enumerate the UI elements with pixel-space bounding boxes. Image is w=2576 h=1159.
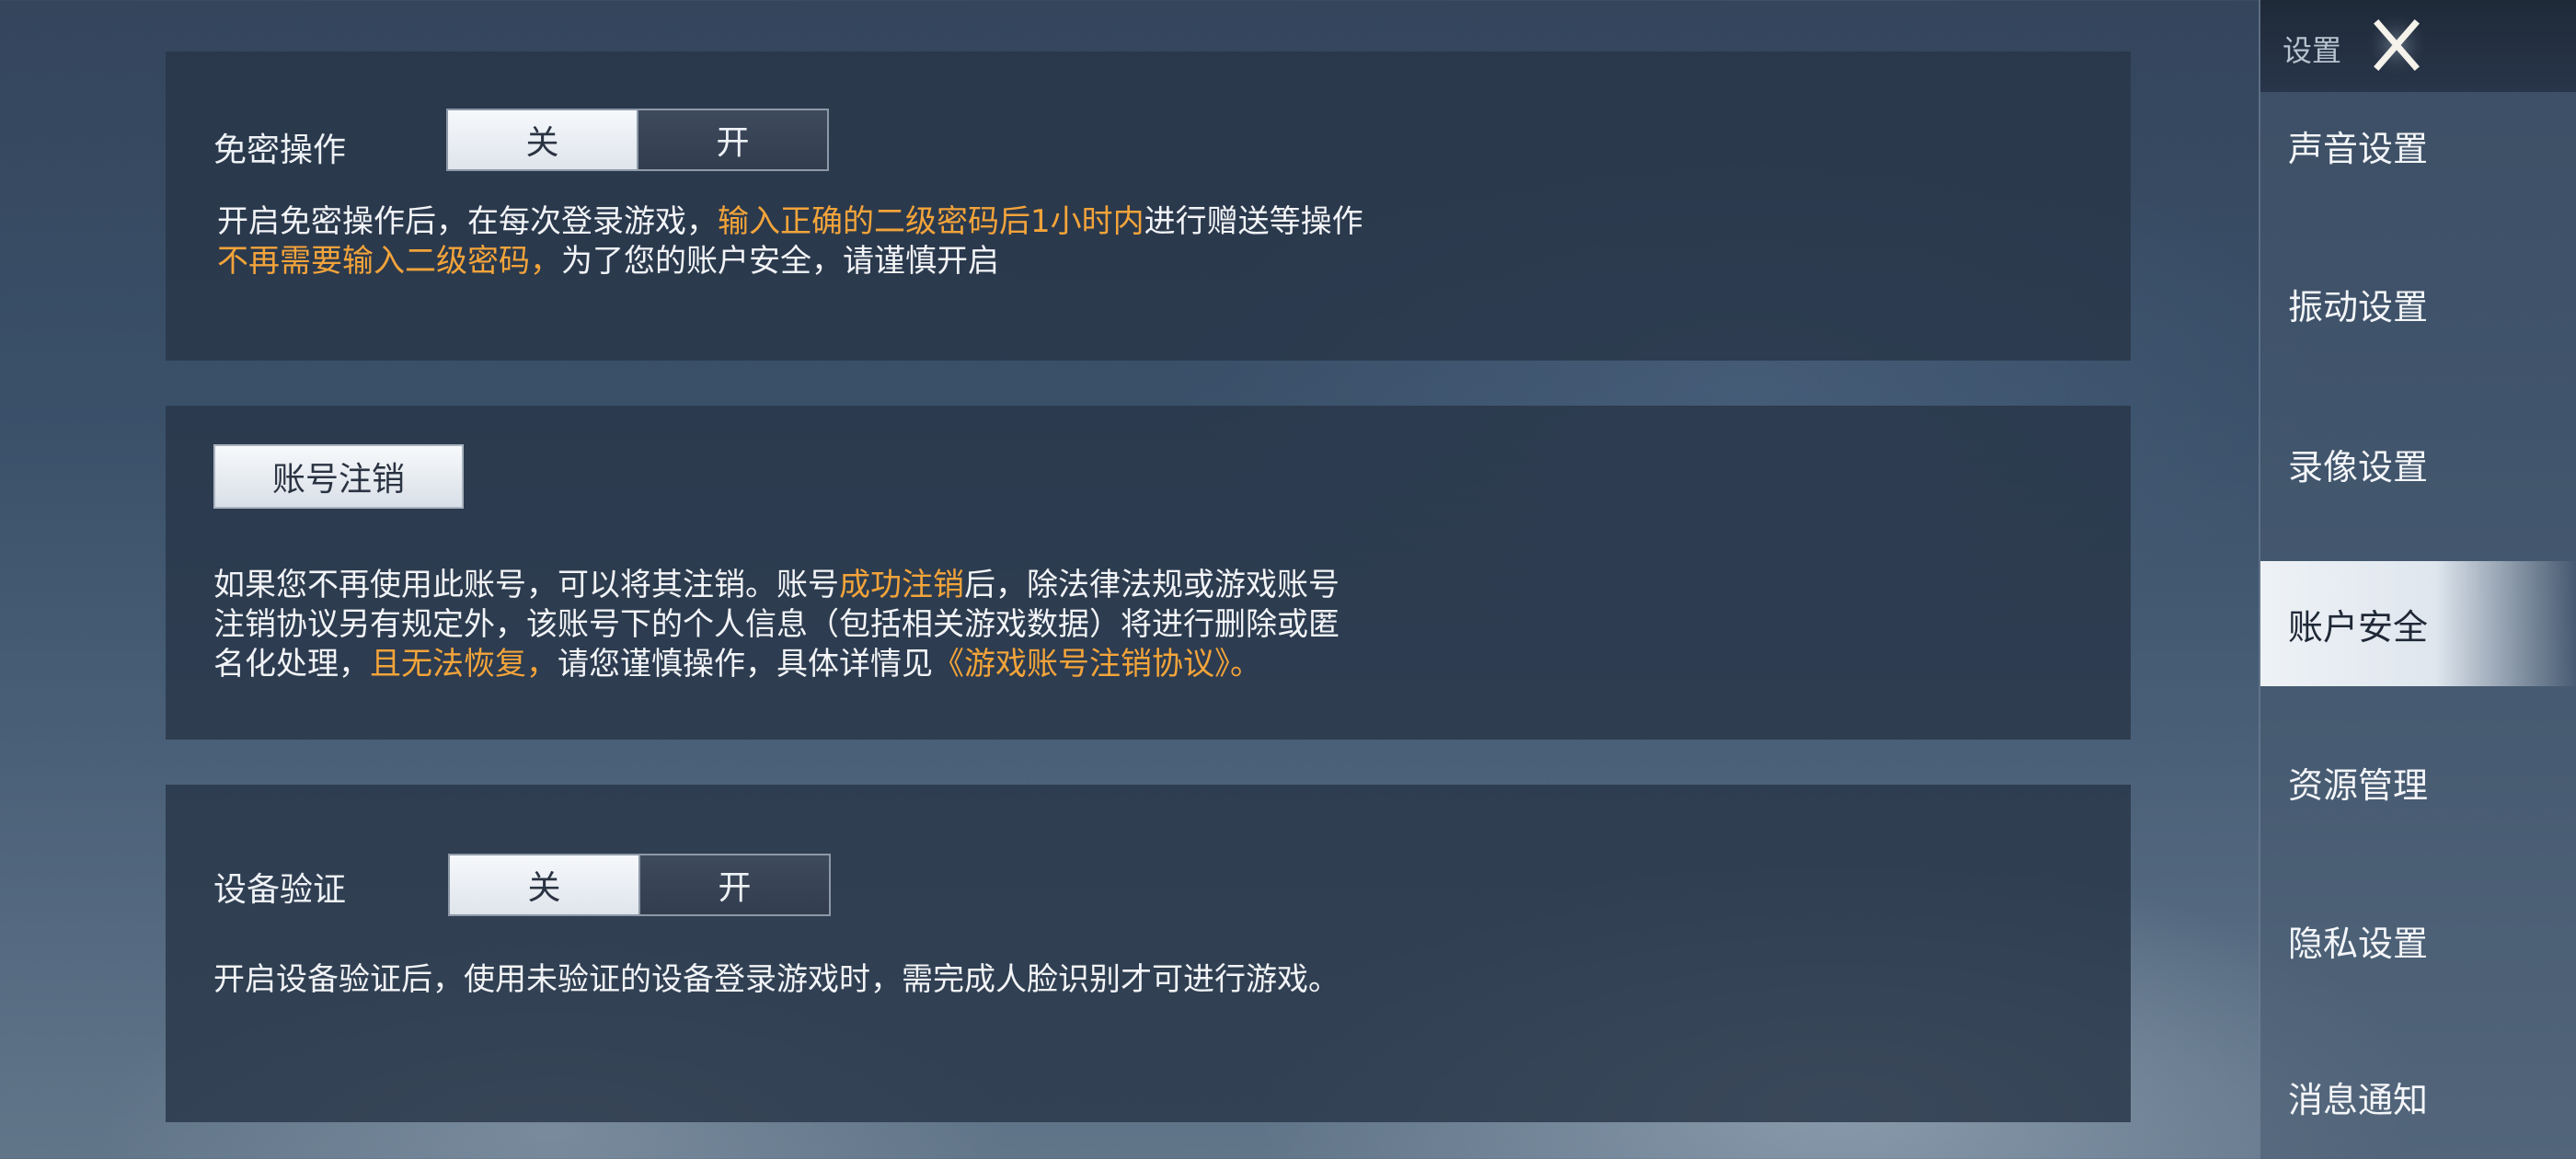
device-verify-panel: 设备验证 关 开 开启设备验证后，使用未验证的设备登录游戏时，需完成人脸识别才可… [166, 785, 2131, 1122]
sidebar-item-sound[interactable]: 声音设置 [2260, 83, 2576, 208]
password-free-toggle[interactable]: 关 开 [446, 109, 829, 171]
account-cancel-desc-line3: 名化处理，且无法恢复，请您谨慎操作，具体详情见《游戏账号注销协议》。 [213, 646, 1261, 683]
password-free-on-option[interactable]: 开 [637, 110, 827, 169]
account-cancel-desc-line1: 如果您不再使用此账号，可以将其注销。账号成功注销后，除法律法规或游戏账号 [213, 567, 1340, 603]
close-icon [2365, 14, 2428, 76]
device-verify-description: 开启设备验证后，使用未验证的设备登录游戏时，需完成人脸识别才可进行游戏。 [213, 961, 1340, 998]
sidebar-item-vibration[interactable]: 振动设置 [2260, 241, 2576, 366]
sidebar-title: 设置 [2283, 33, 2342, 68]
device-verify-on-option[interactable]: 开 [638, 855, 829, 914]
device-verify-off-option[interactable]: 关 [450, 855, 638, 914]
account-cancel-button[interactable]: 账号注销 [213, 444, 464, 509]
close-button[interactable] [2362, 13, 2432, 77]
sidebar-header: 设置 [2260, 0, 2576, 92]
password-free-panel: 免密操作 关 开 开启免密操作后，在每次登录游戏，输入正确的二级密码后1小时内进… [166, 52, 2131, 361]
password-free-label: 免密操作 [213, 132, 347, 169]
account-cancel-description: 如果您不再使用此账号，可以将其注销。账号成功注销后，除法律法规或游戏账号 注销协… [213, 566, 1340, 684]
device-verify-toggle[interactable]: 关 开 [448, 854, 831, 916]
sidebar-item-account-security[interactable]: 账户安全 [2260, 561, 2576, 686]
device-verify-label: 设备验证 [213, 871, 347, 909]
password-free-description: 开启免密操作后，在每次登录游戏，输入正确的二级密码后1小时内进行赠送等操作 不再… [217, 202, 1363, 281]
sidebar-item-recording[interactable]: 录像设置 [2260, 401, 2576, 526]
sidebar-item-resources[interactable]: 资源管理 [2260, 719, 2576, 844]
sidebar-item-privacy[interactable]: 隐私设置 [2260, 878, 2576, 1003]
account-cancel-panel: 账号注销 如果您不再使用此账号，可以将其注销。账号成功注销后，除法律法规或游戏账… [166, 406, 2131, 740]
account-cancel-desc-line2: 注销协议另有规定外，该账号下的个人信息（包括相关游戏数据）将进行删除或匿 [213, 606, 1340, 643]
password-free-desc-line2: 不再需要输入二级密码，为了您的账户安全，请谨慎开启 [217, 243, 999, 280]
password-free-off-option[interactable]: 关 [448, 110, 637, 169]
password-free-desc-line1: 开启免密操作后，在每次登录游戏，输入正确的二级密码后1小时内进行赠送等操作 [217, 203, 1363, 240]
settings-sidebar: 设置 声音设置 振动设置 录像设置 账户安全 资源管理 隐私设置 消息通知 [2259, 0, 2576, 1159]
cancel-agreement-link[interactable]: 《游戏账号注销协议》。 [933, 646, 1261, 683]
sidebar-item-notifications[interactable]: 消息通知 [2260, 1034, 2576, 1159]
